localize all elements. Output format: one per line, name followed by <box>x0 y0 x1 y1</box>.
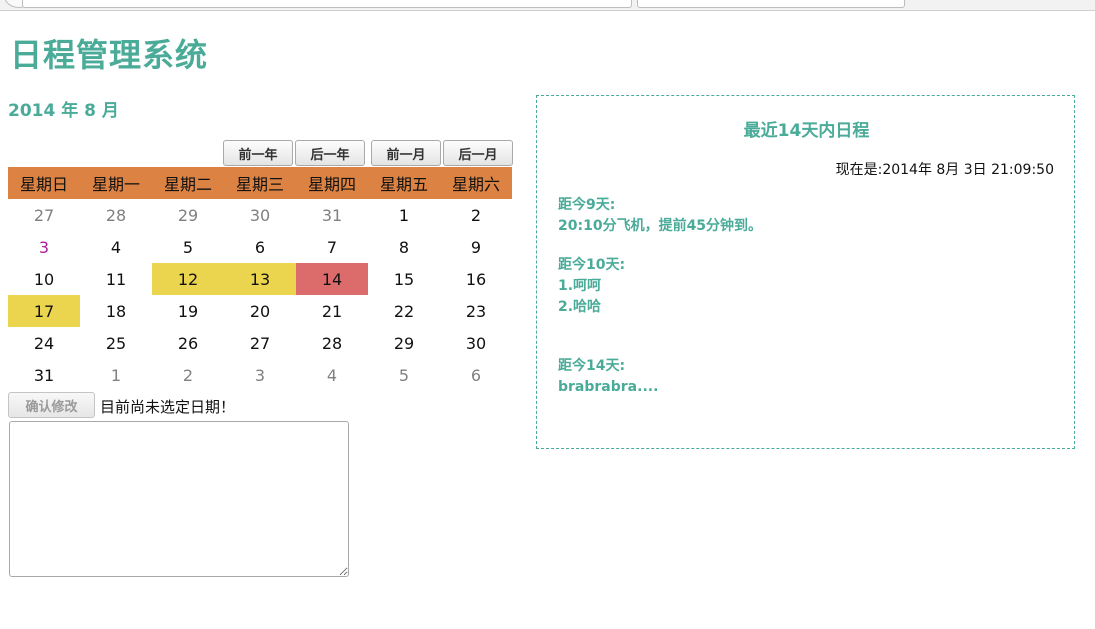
weekday-header-sun: 星期日 <box>8 167 80 199</box>
calendar-day[interactable]: 1 <box>368 199 440 231</box>
weekday-header-thu: 星期四 <box>296 167 368 199</box>
calendar-week-row: 27 28 29 30 31 1 2 <box>8 199 512 231</box>
calendar-day-other-month[interactable]: 29 <box>152 199 224 231</box>
calendar-day[interactable]: 16 <box>440 263 512 295</box>
calendar-day[interactable]: 10 <box>8 263 80 295</box>
calendar-day-other-month[interactable]: 30 <box>224 199 296 231</box>
calendar-week-row: 24 25 26 27 28 29 30 <box>8 327 512 359</box>
calendar-day-other-month[interactable]: 6 <box>440 359 512 391</box>
calendar-day[interactable]: 25 <box>80 327 152 359</box>
calendar-day[interactable]: 3 <box>8 231 80 263</box>
calendar-day[interactable]: 26 <box>152 327 224 359</box>
selection-status: 目前尚未选定日期！ <box>100 398 236 416</box>
prev-month-button[interactable]: 前一月 <box>371 140 441 166</box>
weekday-header-sat: 星期六 <box>440 167 512 199</box>
schedule-item: 2.哈哈 <box>558 299 602 315</box>
weekday-header-mon: 星期一 <box>80 167 152 199</box>
weekday-header-row: 星期日 星期一 星期二 星期三 星期四 星期五 星期六 <box>8 167 512 199</box>
calendar-day-other-month[interactable]: 3 <box>224 359 296 391</box>
weekday-header-fri: 星期五 <box>368 167 440 199</box>
calendar-day-other-month[interactable]: 31 <box>296 199 368 231</box>
address-bar[interactable] <box>22 0 632 8</box>
current-time: 现在是:2014年 8月 3日 21:09:50 <box>835 162 1054 178</box>
calendar-day-other-month[interactable]: 27 <box>8 199 80 231</box>
calendar-day-other-month[interactable]: 5 <box>368 359 440 391</box>
schedule-group-label: 距今10天: <box>558 257 626 273</box>
calendar-body: 27 28 29 30 31 1 2 3 4 5 6 7 8 9 10 11 12 13 14 15 16 17 18 19 2… <box>8 199 512 391</box>
calendar-day[interactable]: 18 <box>80 295 152 327</box>
schedule-group: 距今9天: 20:10分飞机，提前45分钟到。 <box>558 195 762 237</box>
calendar-day-other-month[interactable]: 1 <box>80 359 152 391</box>
prev-year-button[interactable]: 前一年 <box>223 140 293 166</box>
confirm-edit-button[interactable]: 确认修改 <box>8 392 95 418</box>
schedule-group: 距今10天: 1.呵呵 2.哈哈 <box>558 255 625 318</box>
schedule-group-label: 距今14天: <box>558 358 626 374</box>
calendar-day[interactable]: 14 <box>296 263 368 295</box>
calendar-day[interactable]: 15 <box>368 263 440 295</box>
calendar-week-row: 10 11 12 13 14 15 16 <box>8 263 512 295</box>
calendar-day[interactable]: 13 <box>224 263 296 295</box>
browser-search-box[interactable] <box>637 0 905 8</box>
calendar-day[interactable]: 12 <box>152 263 224 295</box>
calendar-day[interactable]: 17 <box>8 295 80 327</box>
schedule-item: 20:10分飞机，提前45分钟到。 <box>558 218 763 234</box>
calendar-day[interactable]: 5 <box>152 231 224 263</box>
calendar-day[interactable]: 11 <box>80 263 152 295</box>
calendar-day[interactable]: 2 <box>440 199 512 231</box>
calendar-day[interactable]: 22 <box>368 295 440 327</box>
next-month-button[interactable]: 后一月 <box>443 140 513 166</box>
month-title: 2014 年 8 月 <box>8 101 119 121</box>
app-title: 日程管理系统 <box>10 36 209 74</box>
calendar-day-other-month[interactable]: 4 <box>296 359 368 391</box>
schedule-item: 1.呵呵 <box>558 278 602 294</box>
calendar-day[interactable]: 23 <box>440 295 512 327</box>
calendar-day[interactable]: 7 <box>296 231 368 263</box>
calendar-grid: 星期日 星期一 星期二 星期三 星期四 星期五 星期六 27 28 29 30 31 1 2… <box>8 167 512 391</box>
calendar-day[interactable]: 6 <box>224 231 296 263</box>
schedule-item: brabrabra.... <box>558 379 659 395</box>
calendar-day-other-month[interactable]: 2 <box>152 359 224 391</box>
calendar-day[interactable]: 4 <box>80 231 152 263</box>
recent-schedule-panel: 最近14天内日程 现在是:2014年 8月 3日 21:09:50 距今9天: … <box>536 95 1075 449</box>
schedule-group: 距今14天: brabrabra.... <box>558 356 658 398</box>
calendar-day[interactable]: 30 <box>440 327 512 359</box>
calendar-week-row: 3456789 <box>8 231 512 263</box>
calendar-day[interactable]: 28 <box>296 327 368 359</box>
browser-toolbar <box>0 0 1095 11</box>
calendar-day[interactable]: 9 <box>440 231 512 263</box>
calendar-day[interactable]: 27 <box>224 327 296 359</box>
calendar-day[interactable]: 29 <box>368 327 440 359</box>
weekday-header-tue: 星期二 <box>152 167 224 199</box>
calendar-day[interactable]: 8 <box>368 231 440 263</box>
calendar-day[interactable]: 31 <box>8 359 80 391</box>
calendar-day[interactable]: 19 <box>152 295 224 327</box>
next-year-button[interactable]: 后一年 <box>295 140 365 166</box>
calendar-day[interactable]: 21 <box>296 295 368 327</box>
weekday-header-wed: 星期三 <box>224 167 296 199</box>
calendar-day[interactable]: 20 <box>224 295 296 327</box>
calendar-day-other-month[interactable]: 28 <box>80 199 152 231</box>
schedule-note-input[interactable] <box>9 421 349 577</box>
panel-title: 最近14天内日程 <box>743 121 870 141</box>
calendar-week-row: 31 1 2 3 4 5 6 <box>8 359 512 391</box>
calendar-week-row: 17 18 19 20 21 22 23 <box>8 295 512 327</box>
calendar-day[interactable]: 24 <box>8 327 80 359</box>
schedule-group-label: 距今9天: <box>558 197 616 213</box>
